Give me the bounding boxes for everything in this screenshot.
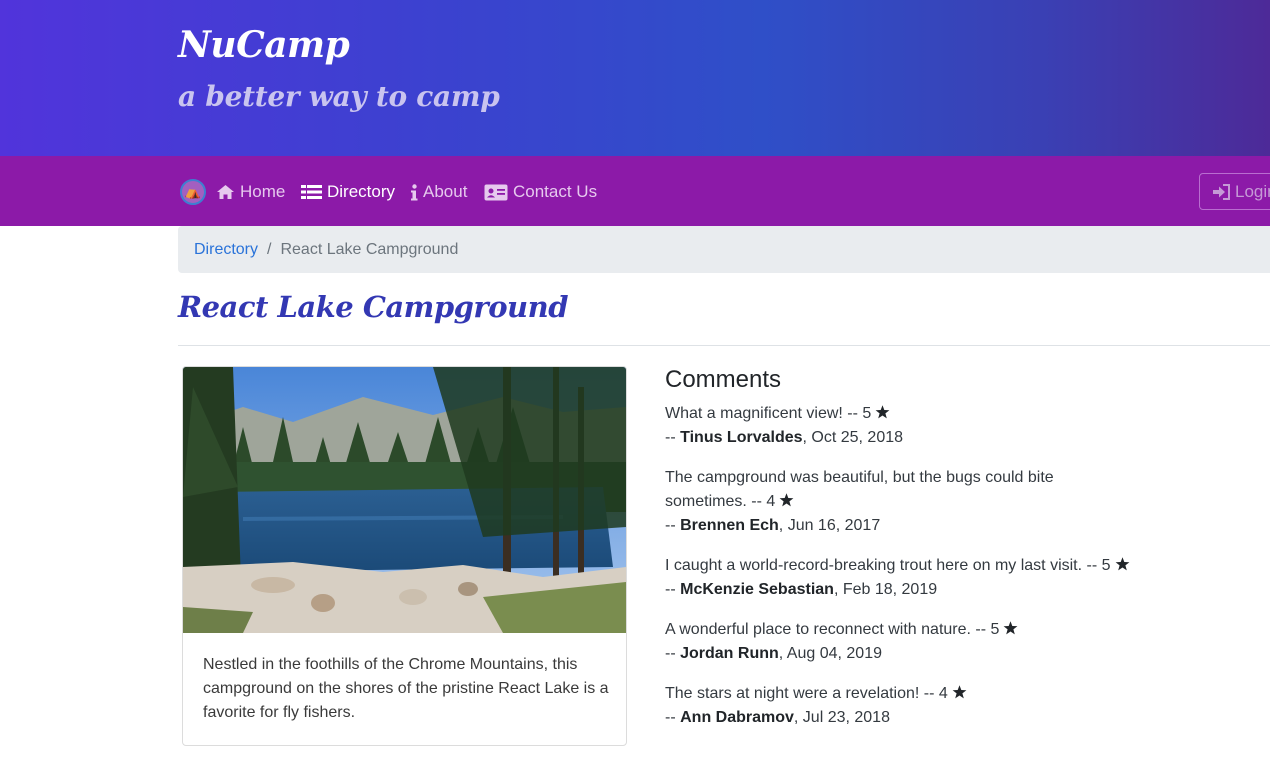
- campsite-description: Nestled in the foothills of the Chrome M…: [203, 656, 609, 721]
- sign-in-icon: [1213, 183, 1230, 200]
- comment-rating: 4: [938, 685, 948, 702]
- nav-item-contact-label: Contact Us: [513, 182, 598, 201]
- site-subtitle: a better way to camp: [178, 80, 500, 113]
- star-icon: [875, 405, 890, 419]
- comment-rating: 4: [766, 493, 776, 510]
- comment-date: Jul 23, 2018: [802, 709, 890, 726]
- home-icon: [217, 185, 234, 199]
- header-jumbotron: NuCamp a better way to camp: [0, 0, 1270, 156]
- comment-author: Jordan Runn: [680, 645, 779, 662]
- nav-item-directory[interactable]: Directory: [301, 179, 395, 205]
- list-icon: [301, 185, 322, 199]
- comment-date: Aug 04, 2019: [786, 645, 882, 662]
- comment-rating: 5: [862, 405, 872, 422]
- comment-item: I caught a world-record-breaking trout h…: [665, 554, 1135, 602]
- comments-heading: Comments: [665, 366, 782, 393]
- star-icon: [779, 493, 794, 507]
- star-icon: [1004, 621, 1018, 635]
- divider: [178, 345, 1270, 346]
- comment-rating: 5: [990, 621, 1000, 638]
- comment-author: Tinus Lorvaldes: [680, 429, 803, 446]
- comment-date: Oct 25, 2018: [811, 429, 904, 446]
- nav-item-contact[interactable]: Contact Us: [484, 179, 597, 205]
- comment-author: Brennen Ech: [680, 517, 779, 534]
- comment-text: I caught a world-record-breaking trout h…: [665, 557, 1083, 574]
- comments-section: Comments What a magnificent view! -- 5 -…: [665, 366, 1135, 746]
- nav-item-home[interactable]: Home: [216, 179, 285, 205]
- comment-text: The campground was beautiful, but the bu…: [665, 469, 1054, 510]
- star-icon: [952, 685, 967, 699]
- star-icon: [1115, 557, 1129, 571]
- nav-item-about[interactable]: About: [410, 179, 467, 205]
- comment-item: The campground was beautiful, but the bu…: [665, 469, 1054, 534]
- login-button[interactable]: Login: [1199, 173, 1270, 210]
- comment-author: Ann Dabramov: [680, 709, 794, 726]
- breadcrumb-link-directory[interactable]: Directory: [194, 241, 258, 259]
- address-card-icon: [484, 184, 508, 200]
- comment-author: McKenzie Sebastian: [680, 581, 834, 598]
- campsite-card: Nestled in the foothills of the Chrome M…: [182, 366, 627, 746]
- comment-date: Feb 18, 2019: [842, 581, 938, 598]
- comment-date: Jun 16, 2017: [787, 517, 881, 534]
- site-title: NuCamp: [178, 24, 350, 66]
- breadcrumb: Directory / React Lake Campground: [178, 226, 1270, 273]
- nav-item-directory-label: Directory: [327, 182, 396, 201]
- page-title: React Lake Campground: [178, 290, 569, 324]
- comment-text: A wonderful place to reconnect with natu…: [665, 621, 971, 638]
- breadcrumb-separator: /: [267, 240, 272, 258]
- comment-item: The stars at night were a revelation! --…: [665, 682, 1135, 730]
- breadcrumb-current: React Lake Campground: [280, 240, 459, 258]
- comment-text: The stars at night were a revelation!: [665, 685, 920, 702]
- nav-item-home-label: Home: [240, 182, 286, 201]
- campsite-image: [183, 367, 626, 633]
- comment-item: What a magnificent view! -- 5 -- Tinus L…: [665, 405, 904, 446]
- comment-rating: 5: [1101, 557, 1111, 574]
- comment-text: What a magnificent view!: [665, 405, 843, 422]
- login-button-label: Login: [1235, 181, 1270, 201]
- info-icon: [411, 183, 418, 200]
- brand-logo-icon[interactable]: ⛺: [180, 179, 206, 205]
- comment-item: A wonderful place to reconnect with natu…: [665, 618, 1135, 666]
- nav-item-about-label: About: [423, 182, 468, 201]
